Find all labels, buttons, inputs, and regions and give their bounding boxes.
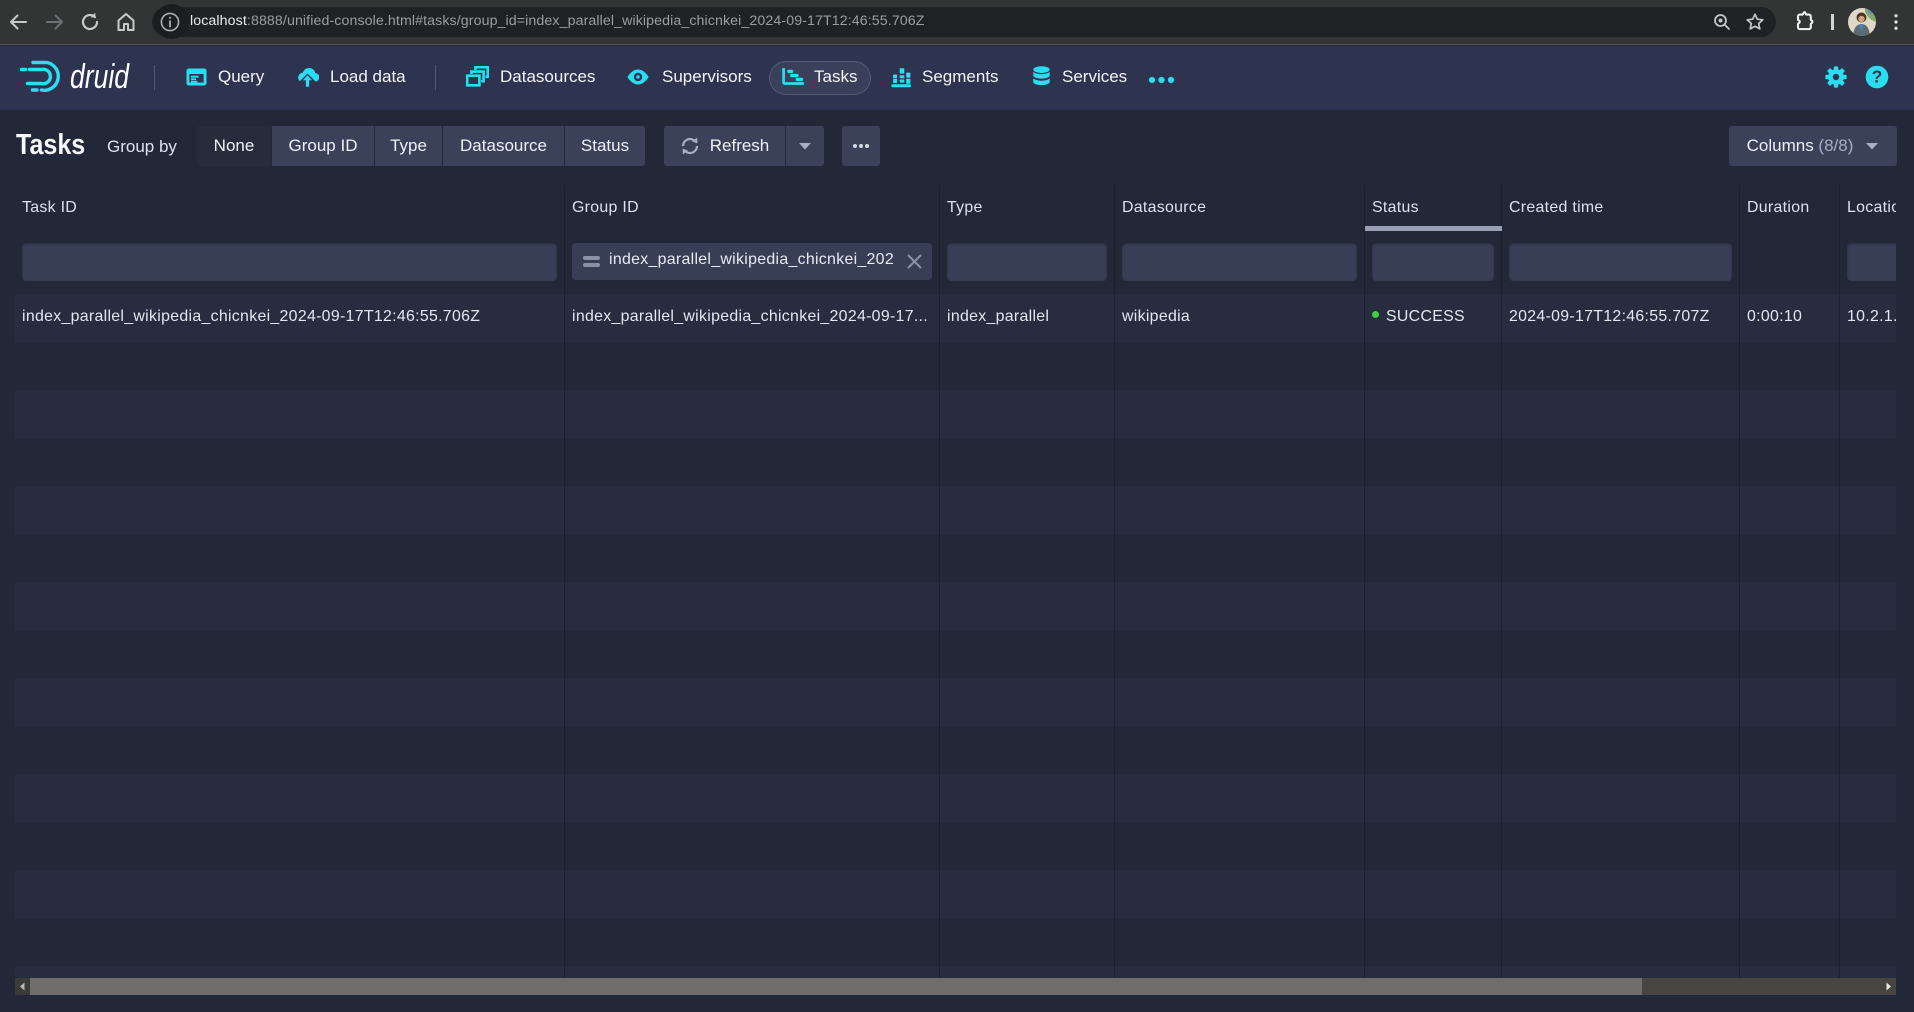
svg-text:?: ? xyxy=(1872,67,1883,87)
